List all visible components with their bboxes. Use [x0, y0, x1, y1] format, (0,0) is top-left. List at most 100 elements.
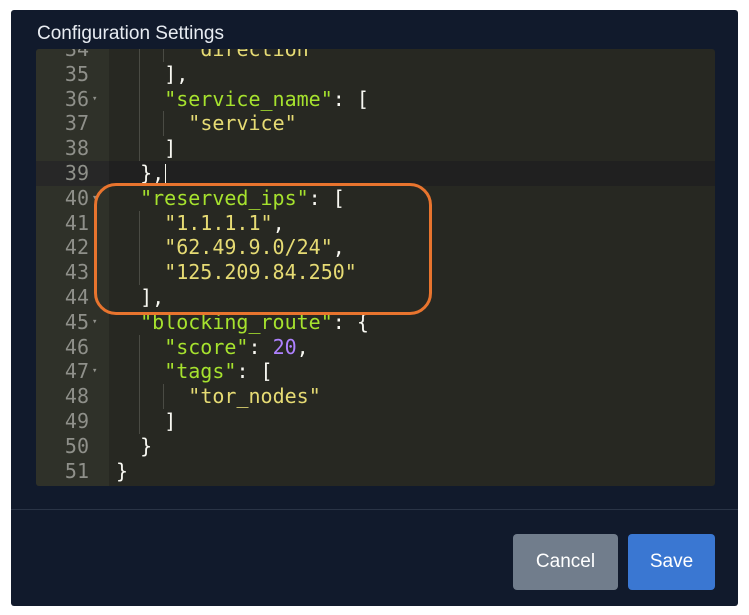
dialog-title: Configuration Settings — [37, 23, 224, 44]
code-line: 47 ▾ "tags": [ — [36, 359, 715, 385]
code-token: "tor_nodes" — [188, 384, 321, 409]
code-token: : — [248, 334, 273, 359]
line-number: 46 — [64, 334, 89, 359]
indent-guide — [139, 86, 141, 112]
code-text: "125.209.84.250" — [164, 260, 357, 285]
code-line: 46 "score": 20, — [36, 334, 715, 360]
indent-guide — [139, 111, 141, 137]
code-text: "reserved_ips": [ — [140, 186, 345, 211]
code-lines: 34 "direction" 35], 36 ▾ "service_name": [37 "… — [36, 49, 715, 483]
fold-arrow-icon[interactable]: ▾ — [92, 87, 97, 112]
code-text: "service" — [188, 111, 296, 136]
line-number: 49 — [64, 408, 89, 433]
code-line: 36 ▾ "service_name": [ — [36, 86, 715, 112]
line-number: 37 — [64, 111, 89, 136]
indent-guide — [139, 408, 141, 434]
code-line: 38] — [36, 136, 715, 161]
code-token: : [ — [308, 185, 345, 210]
fold-arrow-icon[interactable]: ▾ — [92, 310, 97, 335]
code-token: }, — [140, 160, 165, 185]
code-line: 35], — [36, 61, 715, 87]
indent-guide — [139, 136, 141, 161]
indent-guide — [139, 260, 141, 285]
code-text: "blocking_route": { — [140, 310, 369, 335]
code-line: 42 "62.49.9.0/24", — [36, 235, 715, 261]
line-number: 50 — [64, 433, 89, 458]
code-text: }, — [140, 160, 167, 186]
code-line: 51} — [36, 459, 715, 484]
code-text: ] — [164, 136, 176, 161]
code-token: "direction" — [188, 49, 321, 61]
code-line: 37 "service" — [36, 111, 715, 137]
code-token: "score" — [164, 334, 249, 359]
footer-divider — [11, 509, 738, 510]
line-number: 42 — [64, 235, 89, 260]
line-number: 36 — [64, 86, 89, 111]
code-token: "service_name" — [164, 86, 333, 111]
line-number: 40 — [64, 185, 89, 210]
indent-guide — [139, 384, 141, 409]
code-token: , — [272, 210, 285, 235]
code-token: "blocking_route" — [140, 309, 333, 334]
indent-guide — [139, 235, 141, 261]
fold-arrow-icon[interactable]: ▾ — [92, 359, 97, 384]
code-text: "service_name": [ — [164, 87, 369, 112]
line-number: 44 — [64, 284, 89, 309]
code-line: 40 ▾ "reserved_ips": [ — [36, 186, 715, 211]
code-token: "service" — [188, 111, 297, 136]
code-token: } — [140, 433, 153, 458]
indent-guide — [139, 210, 141, 236]
code-text: ] — [164, 409, 176, 434]
code-token: ] — [164, 136, 177, 161]
code-line: 43 "125.209.84.250" — [36, 260, 715, 285]
code-line: 49] — [36, 408, 715, 434]
code-token: ] — [164, 408, 177, 433]
indent-guide — [163, 49, 165, 62]
text-cursor — [165, 164, 167, 185]
code-token: "reserved_ips" — [140, 185, 309, 210]
code-token: , — [332, 235, 345, 260]
indent-guide — [163, 384, 165, 409]
line-number: 48 — [64, 384, 89, 409]
line-number: 43 — [64, 260, 89, 285]
code-text: "score": 20, — [164, 335, 309, 360]
code-line: 44], — [36, 285, 715, 310]
configuration-dialog: Configuration Settings 34 "direction" 35],… — [11, 10, 738, 606]
line-number: 51 — [64, 458, 89, 483]
code-text: ], — [140, 285, 164, 310]
line-number: 45 — [64, 309, 89, 334]
indent-guide — [163, 111, 165, 137]
indent-guide — [139, 49, 141, 62]
line-number: 41 — [64, 210, 89, 235]
code-token: : [ — [332, 86, 369, 111]
indent-guide — [139, 61, 141, 87]
code-line: 45 ▾ "blocking_route": { — [36, 310, 715, 335]
indent-guide — [139, 359, 141, 385]
line-number: 38 — [64, 136, 89, 161]
indent-guide — [139, 334, 141, 360]
code-text: "1.1.1.1", — [164, 211, 284, 236]
code-text: } — [140, 434, 152, 459]
code-token: , — [296, 334, 309, 359]
code-token: "125.209.84.250" — [164, 260, 357, 285]
code-text: "tor_nodes" — [188, 384, 320, 409]
code-text: "tags": [ — [164, 359, 272, 384]
code-text: "direction" — [188, 49, 320, 62]
code-token: 20 — [272, 334, 297, 359]
json-code-editor[interactable]: 34 "direction" 35], 36 ▾ "service_name": [37 "… — [36, 49, 715, 486]
code-token: "62.49.9.0/24" — [164, 235, 333, 260]
code-line: 34 "direction" — [36, 49, 715, 62]
code-line: 50} — [36, 434, 715, 459]
line-number: 39 — [64, 160, 89, 185]
fold-arrow-icon[interactable]: ▾ — [92, 186, 97, 211]
code-text: "62.49.9.0/24", — [164, 235, 345, 260]
code-token: } — [116, 458, 129, 483]
line-number: 47 — [64, 359, 89, 384]
save-button[interactable]: Save — [628, 534, 715, 590]
cancel-button[interactable]: Cancel — [513, 534, 618, 590]
line-number: 34 — [64, 49, 89, 61]
code-token: "tags" — [164, 359, 237, 384]
code-text: } — [116, 459, 128, 484]
code-token: ], — [140, 284, 165, 309]
code-token: : [ — [236, 359, 273, 384]
